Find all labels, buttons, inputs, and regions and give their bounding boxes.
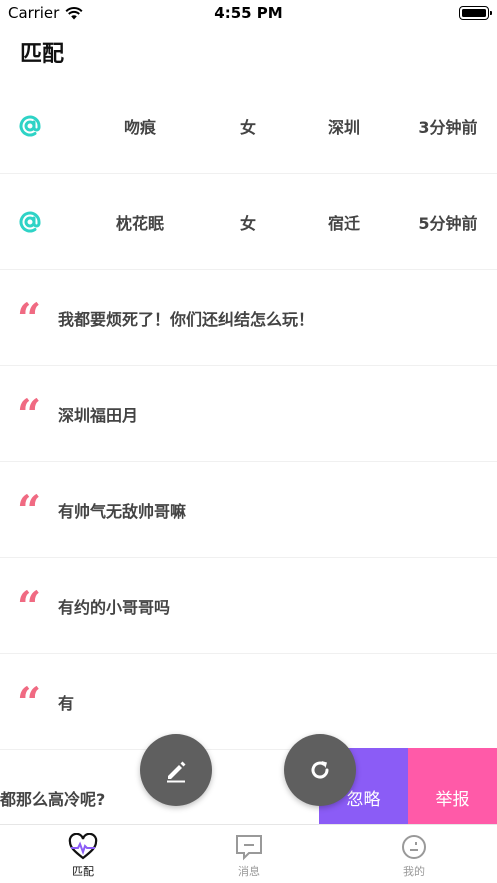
- tab-match[interactable]: 匹配: [0, 825, 166, 883]
- tab-bar: 匹配 消息 我的: [0, 824, 497, 883]
- tab-profile[interactable]: 我的: [331, 825, 497, 883]
- message-icon: [236, 835, 262, 861]
- profile-icon: [402, 835, 426, 859]
- quote-icon: “: [17, 582, 42, 631]
- quote-icon: “: [17, 390, 42, 439]
- at-icon: [19, 115, 41, 136]
- swiped-message-row[interactable]: 都那么高冷呢? 忽略 举报: [0, 748, 497, 824]
- battery-icon: [459, 6, 492, 20]
- user-gender: 女: [239, 117, 256, 137]
- match-list: 吻痕 女 深圳 3分钟前 枕花眠 女 宿迁 5分钟前 “ 我都要烦死了！你们还纠…: [0, 78, 497, 750]
- message-row[interactable]: “ 深圳福田月: [0, 366, 497, 462]
- message-text: 深圳福田月: [58, 405, 139, 425]
- message-row[interactable]: “ 有: [0, 654, 497, 750]
- page-title: 匹配: [20, 42, 65, 67]
- message-text: 有约的小哥哥吗: [58, 597, 171, 617]
- refresh-button[interactable]: [284, 734, 356, 806]
- message-row[interactable]: “ 有约的小哥哥吗: [0, 558, 497, 654]
- user-gender: 女: [239, 213, 256, 233]
- tab-label: 我的: [403, 865, 425, 878]
- message-text: 我都要烦死了！你们还纠结怎么玩！: [58, 309, 315, 329]
- message-row[interactable]: “ 有帅气无敌帅哥嘛: [0, 462, 497, 558]
- message-text: 有帅气无敌帅哥嘛: [58, 501, 187, 521]
- report-button[interactable]: 举报: [408, 748, 497, 824]
- at-icon: [19, 211, 41, 232]
- quote-icon: “: [17, 294, 42, 343]
- pencil-icon: [167, 761, 186, 783]
- user-time: 5分钟前: [418, 213, 478, 233]
- user-name: 吻痕: [123, 117, 156, 137]
- user-city: 宿迁: [327, 213, 360, 233]
- clock: 4:55 PM: [214, 4, 283, 22]
- quote-icon: “: [17, 678, 42, 727]
- refresh-icon: [311, 761, 329, 779]
- message-text: 有: [58, 693, 75, 713]
- user-city: 深圳: [327, 117, 360, 137]
- user-name: 枕花眠: [115, 213, 164, 233]
- tab-messages[interactable]: 消息: [166, 825, 332, 883]
- tab-label: 匹配: [72, 865, 94, 878]
- status-bar: Carrier 4:55 PM: [0, 0, 497, 26]
- message-text: 都那么高冷呢?: [0, 790, 106, 809]
- user-time: 3分钟前: [418, 117, 478, 137]
- compose-button[interactable]: [140, 734, 212, 806]
- user-row[interactable]: 枕花眠 女 宿迁 5分钟前: [0, 174, 497, 270]
- heart-pulse-icon: [68, 833, 98, 860]
- message-row[interactable]: “ 我都要烦死了！你们还纠结怎么玩！: [0, 270, 497, 366]
- user-row[interactable]: 吻痕 女 深圳 3分钟前: [0, 78, 497, 174]
- tab-label: 消息: [238, 865, 260, 878]
- quote-icon: “: [17, 486, 42, 535]
